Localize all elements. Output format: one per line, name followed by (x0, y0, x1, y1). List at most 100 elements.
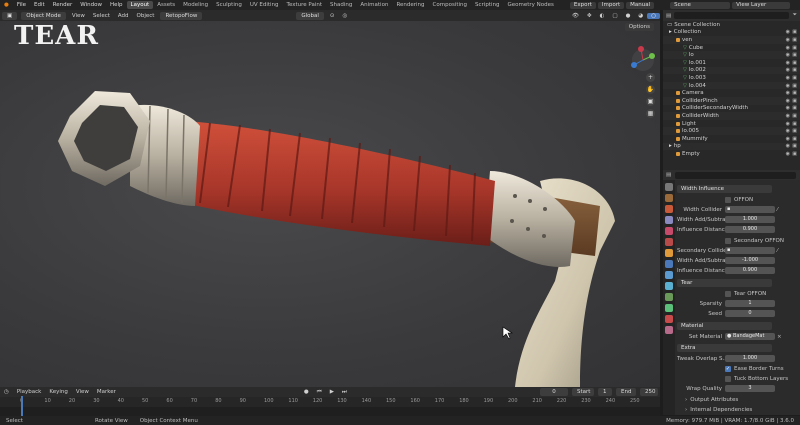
properties-editor-icon[interactable]: ▤ (666, 172, 671, 178)
tab-shading[interactable]: Shading (326, 1, 356, 9)
camera-view-icon[interactable]: ▣ (646, 97, 655, 106)
scene-tab-icon[interactable] (665, 227, 673, 235)
tab-modeling[interactable]: Modeling (179, 1, 212, 9)
render-toggle-icon[interactable]: ▣ (792, 45, 797, 51)
constraints-tab-icon[interactable] (665, 293, 673, 301)
end-frame-field[interactable]: 250 (640, 388, 658, 396)
menu-playback[interactable]: Playback (13, 389, 46, 395)
tab-uv-editing[interactable]: UV Editing (246, 1, 283, 9)
render-toggle-icon[interactable]: ▣ (792, 143, 797, 149)
menu-select[interactable]: Select (89, 13, 114, 19)
outliner-item[interactable]: ▽ Cube ◉ ▣ (663, 44, 800, 52)
funnel-icon[interactable]: ⏷ (793, 12, 797, 19)
scene-selector[interactable]: Scene (670, 1, 731, 9)
timeline-editor-icon[interactable]: ◷ (0, 389, 13, 395)
output-tab-icon[interactable] (665, 205, 673, 213)
outliner-item[interactable]: Empty ◉ ▣ (663, 150, 800, 158)
current-frame-field[interactable]: 0 (540, 388, 568, 396)
render-toggle-icon[interactable]: ▣ (792, 60, 797, 66)
outliner-item[interactable]: ColliderWidth ◉ ▣ (663, 112, 800, 120)
eye-icon[interactable]: ◉ (786, 37, 790, 43)
secondary-width-add-field[interactable]: -1.000 (725, 257, 775, 264)
tool-tab-icon[interactable] (665, 183, 673, 191)
render-toggle-icon[interactable]: ▣ (792, 52, 797, 58)
secondary-offon-checkbox[interactable] (725, 237, 731, 244)
outliner-item[interactable]: ColliderPinch ◉ ▣ (663, 96, 800, 105)
jump-start-icon[interactable]: ⏮ (313, 389, 326, 396)
outliner-item[interactable]: ven ◉ ▣ (663, 36, 800, 44)
render-toggle-icon[interactable]: ▣ (792, 136, 797, 142)
tear-offon-checkbox[interactable] (725, 290, 731, 297)
outliner-item[interactable]: Mummify ◉ ▣ (663, 135, 800, 143)
render-toggle-icon[interactable]: ▣ (792, 128, 797, 134)
menu-window[interactable]: Window (76, 2, 106, 8)
menu-file[interactable]: File (13, 2, 30, 8)
navigation-gizmo[interactable] (628, 45, 658, 75)
shading-rendered-icon[interactable]: ○ (647, 12, 660, 19)
render-toggle-icon[interactable]: ▣ (792, 113, 797, 119)
eye-icon[interactable]: ◉ (786, 45, 790, 51)
editor-type-dropdown[interactable]: ▣ (2, 11, 18, 20)
render-tab-icon[interactable] (665, 194, 673, 202)
outliner-search-input[interactable] (674, 12, 789, 19)
outliner-item[interactable]: ColliderSecondaryWidth ◉ ▣ (663, 105, 800, 113)
world-tab-icon[interactable] (665, 238, 673, 246)
tuck-bottom-checkbox[interactable] (725, 375, 731, 382)
output-attributes-panel[interactable]: Output Attributes (690, 397, 738, 403)
eye-icon[interactable]: ◉ (786, 151, 790, 157)
outliner-item[interactable]: ▽ lo.004 ◉ ▣ (663, 81, 800, 90)
render-toggle-icon[interactable]: ▣ (792, 75, 797, 81)
perspective-toggle-icon[interactable]: ▦ (646, 109, 655, 118)
menu-help[interactable]: Help (106, 2, 127, 8)
tab-layout[interactable]: Layout (126, 1, 154, 9)
tab-animation[interactable]: Animation (356, 1, 392, 9)
secondary-collider-field[interactable]: ▪ (725, 247, 775, 254)
eye-icon[interactable]: ◉ (786, 113, 790, 119)
shading-material-icon[interactable]: ◕ (634, 13, 647, 19)
eye-icon[interactable]: ◉ (786, 29, 790, 35)
tab-rendering[interactable]: Rendering (392, 1, 428, 9)
timeline-ruler[interactable]: 0102030405060708090100110120130140150160… (0, 397, 660, 407)
orientation-dropdown[interactable]: Global (296, 11, 324, 20)
eye-icon[interactable]: ◉ (786, 52, 790, 58)
tear-header[interactable]: Tear (677, 278, 772, 287)
outliner-item[interactable]: ▸ hp ◉ ▣ (663, 142, 800, 151)
blender-logo-icon[interactable]: ● (0, 2, 13, 8)
data-tab-icon[interactable] (665, 304, 673, 312)
timeline-track[interactable] (0, 396, 660, 416)
eye-icon[interactable]: ◉ (786, 98, 790, 104)
outliner-item[interactable]: ▽ lo ◉ ▣ (663, 51, 800, 59)
physics-tab-icon[interactable] (665, 282, 673, 290)
view-layer-selector[interactable]: View Layer (732, 1, 791, 9)
render-toggle-icon[interactable]: ▣ (792, 98, 797, 104)
start-frame-field[interactable]: 1 (598, 388, 612, 396)
tweak-overlap-field[interactable]: 1.000 (725, 355, 775, 362)
ease-border-checkbox[interactable]: ✓ (725, 365, 731, 372)
render-toggle-icon[interactable]: ▣ (792, 37, 797, 43)
menu-object[interactable]: Object (133, 13, 159, 19)
import-button[interactable]: Import (597, 1, 625, 9)
secondary-influence-field[interactable]: 0.900 (725, 267, 775, 274)
sparsity-field[interactable]: 1 (725, 300, 775, 307)
properties-search-input[interactable] (675, 171, 796, 179)
object-tab-icon[interactable] (665, 249, 673, 257)
wrap-quality-field[interactable]: 3 (725, 385, 775, 392)
xray-icon[interactable]: ▢ (608, 13, 621, 19)
particles-tab-icon[interactable] (665, 271, 673, 279)
render-toggle-icon[interactable]: ▣ (792, 121, 797, 127)
tab-assets[interactable]: Assets (153, 1, 179, 9)
render-toggle-icon[interactable]: ▣ (792, 151, 797, 157)
eye-icon[interactable]: ◉ (786, 105, 790, 111)
export-button[interactable]: Export (569, 1, 596, 9)
menu-add[interactable]: Add (114, 13, 133, 19)
mode-dropdown[interactable]: Object Mode (21, 11, 66, 20)
influence-distance-field[interactable]: 0.900 (725, 226, 775, 233)
menu-marker[interactable]: Marker (93, 389, 120, 395)
outliner-item[interactable]: ▽ lo.003 ◉ ▣ (663, 74, 800, 82)
chevron-right-icon[interactable]: › (685, 407, 687, 413)
render-toggle-icon[interactable]: ▣ (792, 67, 797, 73)
pan-hand-icon[interactable]: ✋ (646, 85, 655, 94)
3d-viewport[interactable]: TEAR Options + ✋ ▣ ▦ (0, 21, 660, 387)
zoom-icon[interactable]: + (646, 73, 655, 82)
visibility-icon[interactable]: 👁 (568, 13, 583, 19)
